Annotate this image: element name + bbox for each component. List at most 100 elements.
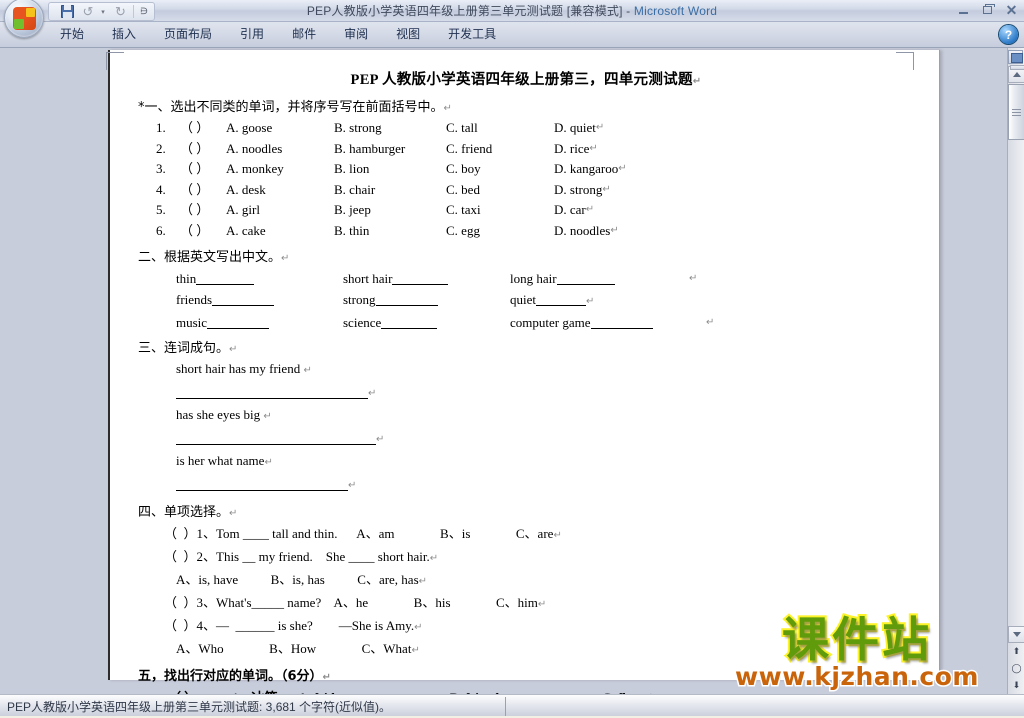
undo-icon: ↺ bbox=[82, 4, 94, 19]
close-button[interactable]: ✕ bbox=[1001, 2, 1022, 18]
section2-heading: 二、根据英文写出中文。↵ bbox=[138, 246, 918, 265]
chevron-down-icon bbox=[1012, 632, 1021, 637]
fill-blank[interactable] bbox=[196, 284, 255, 285]
answer-blank[interactable]: （ ） bbox=[180, 200, 226, 221]
scramble-words-text: short hair has my friend bbox=[176, 361, 301, 376]
redo-button[interactable]: ↺ bbox=[110, 4, 130, 20]
vocab-term: thin bbox=[176, 268, 343, 289]
scramble-words: has she eyes big ↵ bbox=[134, 405, 918, 427]
redo-icon: ↺ bbox=[114, 4, 126, 19]
write-in-rule[interactable] bbox=[176, 385, 368, 399]
option-a: A. desk bbox=[226, 181, 266, 197]
answer-blank[interactable]: （ ） bbox=[180, 180, 226, 201]
next-object-button[interactable]: ⬇ bbox=[1008, 677, 1024, 694]
tab-view[interactable]: 视图 bbox=[382, 23, 434, 47]
list-item: music science computer game ↵ bbox=[134, 312, 918, 333]
tab-home[interactable]: 开始 bbox=[46, 23, 98, 47]
option-b: B. jeep bbox=[334, 202, 371, 217]
answer-blank[interactable]: （ ） bbox=[168, 687, 232, 694]
answer-blank[interactable]: （ ） bbox=[180, 159, 226, 180]
option-b: B. hamburger bbox=[334, 140, 406, 156]
paragraph-mark: ↵ bbox=[418, 576, 428, 587]
fill-blank[interactable] bbox=[536, 305, 586, 306]
save-icon bbox=[60, 5, 74, 18]
option-b: B. strong bbox=[334, 120, 382, 135]
list-item: friends strong quiet ↵ bbox=[134, 289, 918, 312]
select-browse-object-button[interactable]: ◯ bbox=[1008, 660, 1024, 677]
table-row: 4. （ ） A. desk B. chair C. bed D. strong… bbox=[134, 180, 918, 201]
fill-blank[interactable] bbox=[590, 328, 653, 329]
vocab-term: friends bbox=[176, 289, 343, 312]
answer-blank[interactable]: （ ） bbox=[180, 221, 226, 242]
tab-review[interactable]: 审阅 bbox=[330, 23, 382, 47]
option-a: A. noodles bbox=[226, 140, 283, 156]
tab-page-layout[interactable]: 页面布局 bbox=[150, 23, 226, 47]
fill-blank[interactable] bbox=[381, 328, 438, 329]
restore-button[interactable] bbox=[977, 2, 998, 18]
fill-blank[interactable] bbox=[392, 284, 449, 285]
save-button[interactable] bbox=[57, 4, 77, 20]
list-item: （ ）1、Tom ____ tall and thin. A、am B、is C… bbox=[134, 523, 918, 546]
undo-button[interactable]: ↺ bbox=[78, 4, 98, 20]
restore-icon bbox=[983, 4, 995, 14]
vertical-scrollbar[interactable]: ⬆ ◯ ⬇ bbox=[1007, 48, 1024, 694]
window-title-app: Microsoft Word bbox=[633, 4, 718, 18]
option-b: B. thin bbox=[334, 222, 370, 238]
close-icon: ✕ bbox=[1005, 2, 1018, 18]
minimize-icon bbox=[959, 12, 968, 14]
section4-heading-text: 四、单项选择。 bbox=[138, 505, 230, 520]
paragraph-mark: ↵ bbox=[645, 687, 653, 694]
choice-question-text: （ ）1、Tom ____ tall and thin. A、am B、is C… bbox=[164, 526, 554, 541]
paragraph-mark: ↵ bbox=[610, 224, 619, 236]
answer-line[interactable]: ↵ bbox=[134, 427, 918, 451]
option-d: D. noodles bbox=[554, 222, 611, 238]
table-row: 1. （ ） A. goose B. strong C. tall D. qui… bbox=[134, 118, 918, 139]
undo-dropdown-button[interactable]: ▾ bbox=[99, 4, 109, 20]
option-d: D. car bbox=[554, 202, 586, 217]
vocab-term: computer game bbox=[510, 312, 700, 333]
answer-line[interactable]: ↵ bbox=[134, 473, 918, 497]
table-row: （ ） 1、冰箱 A. fridge B. friend C. floor↵ bbox=[134, 687, 918, 694]
previous-object-button[interactable]: ⬆ bbox=[1008, 643, 1024, 660]
question-number: 2. bbox=[156, 140, 166, 156]
vocab-term-text: quiet bbox=[510, 292, 536, 307]
scroll-up-button[interactable] bbox=[1008, 65, 1024, 83]
view-toggle-icon[interactable] bbox=[1008, 50, 1023, 64]
help-button[interactable]: ? bbox=[999, 25, 1018, 44]
option-b: B. friend bbox=[450, 687, 602, 694]
customize-qat-button[interactable]: ⋻ bbox=[137, 4, 151, 20]
paragraph-mark: ↵ bbox=[229, 508, 238, 519]
tab-mailings[interactable]: 邮件 bbox=[278, 23, 330, 47]
tab-references[interactable]: 引用 bbox=[226, 23, 278, 47]
answer-blank[interactable]: （ ） bbox=[180, 139, 226, 160]
fill-blank[interactable] bbox=[207, 328, 270, 329]
status-bar-text: PEP人教版小学英语四年级上册第三单元测试题: 3,681 个字符(近似值)。 bbox=[7, 700, 392, 714]
answer-line[interactable]: ↵ bbox=[134, 381, 918, 405]
list-item: thin short hair long hair ↵ bbox=[134, 268, 918, 289]
tab-insert[interactable]: 插入 bbox=[98, 23, 150, 47]
minimize-button[interactable] bbox=[953, 2, 974, 18]
paragraph-mark: ↵ bbox=[376, 434, 385, 445]
tab-developer[interactable]: 开发工具 bbox=[434, 23, 510, 47]
fill-blank[interactable] bbox=[556, 284, 615, 285]
fill-blank[interactable] bbox=[375, 305, 438, 306]
choice-options-text: A、is, have B、is, has C、are, has bbox=[176, 572, 419, 587]
write-in-rule[interactable] bbox=[176, 477, 348, 491]
split-window-handle[interactable] bbox=[1010, 65, 1024, 70]
list-item: （ ）4、— ______ is she? —She is Amy.↵ bbox=[134, 615, 918, 638]
vocab-term: long hair bbox=[510, 268, 677, 289]
question-number: 3. bbox=[156, 161, 166, 176]
vocab-term: music bbox=[176, 312, 343, 333]
option-a: A. cake bbox=[226, 222, 266, 238]
table-row: 3. （ ） A. monkey B. lion C. boy D. kanga… bbox=[134, 159, 918, 180]
scroll-down-button[interactable] bbox=[1008, 626, 1024, 643]
write-in-rule[interactable] bbox=[176, 431, 376, 445]
fill-blank[interactable] bbox=[212, 305, 275, 306]
option-c: C. bed bbox=[446, 181, 480, 197]
choice-question-text: （ ）2、This __ my friend. She ____ short h… bbox=[164, 549, 430, 564]
paragraph-mark: ↵ bbox=[618, 163, 627, 174]
scrollbar-thumb[interactable] bbox=[1008, 84, 1024, 140]
answer-blank[interactable]: （ ） bbox=[180, 118, 226, 139]
document-page[interactable]: PEP 人教版小学英语四年级上册第三，四单元测试题↵ *一、选出不同类的单词，并… bbox=[108, 50, 940, 694]
window-title-separator: - bbox=[622, 4, 634, 18]
